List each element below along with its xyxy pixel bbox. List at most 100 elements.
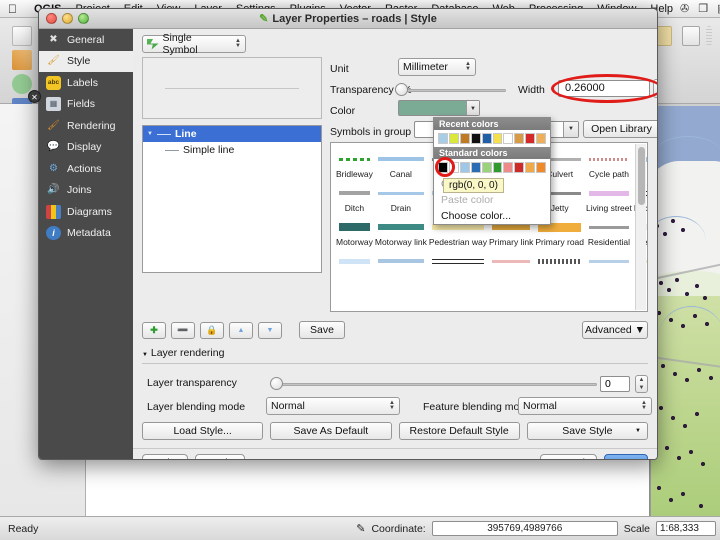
load-style-button[interactable]: Load Style... xyxy=(142,422,264,440)
symbol-gallery-item[interactable]: Bridleway xyxy=(335,149,374,179)
panel-close-icon[interactable]: ✕ xyxy=(28,90,41,103)
symbol-gallery-item[interactable]: Living street xyxy=(585,183,633,213)
close-window-button[interactable] xyxy=(46,13,57,24)
standard-color-swatch[interactable] xyxy=(492,162,503,173)
standard-colors-row[interactable] xyxy=(434,159,550,176)
symbol-gallery-item[interactable]: Ditch xyxy=(335,183,374,213)
feature-blending-mode-dropdown[interactable]: Normal ▲ ▼ xyxy=(518,397,652,415)
layer-rendering-section[interactable]: ▼ Layer rendering xyxy=(142,347,224,359)
layer-transparency-slider-handle[interactable] xyxy=(270,377,283,390)
tree-item-line[interactable]: ▼ Line xyxy=(143,126,321,142)
unit-dropdown[interactable]: Millimeter ▲ ▼ xyxy=(398,58,476,76)
symbol-gallery-item[interactable]: Canal xyxy=(374,149,428,179)
sidebar-item-style[interactable]: 🖌 Style xyxy=(39,50,133,72)
sidebar-item-actions[interactable]: ⚙ Actions xyxy=(39,158,133,180)
save-symbol-button[interactable]: Save xyxy=(299,321,345,339)
layer-transparency-input[interactable]: 0 xyxy=(600,376,630,392)
ok-button[interactable]: OK xyxy=(604,454,648,459)
standard-color-swatch[interactable] xyxy=(438,162,448,173)
zoom-window-button[interactable] xyxy=(78,13,89,24)
width-stepper[interactable]: ▲▼ xyxy=(653,79,657,98)
restore-default-style-button[interactable]: Restore Default Style xyxy=(398,422,520,440)
lock-layers-button[interactable]: 🔒 xyxy=(200,321,224,339)
gallery-scrollbar[interactable] xyxy=(635,144,646,310)
layer-blending-mode-dropdown[interactable]: Normal ▲ ▼ xyxy=(266,397,400,415)
standard-color-swatch[interactable] xyxy=(503,162,514,173)
standard-color-swatch[interactable] xyxy=(448,162,459,173)
help-button[interactable]: Help xyxy=(142,454,188,459)
coordinate-input[interactable]: 395769,4989766 xyxy=(431,521,618,536)
dialog-title-bar[interactable]: ✎ Layer Properties – roads | Style xyxy=(39,9,657,29)
recent-color-swatch[interactable] xyxy=(514,133,525,144)
standard-color-swatch[interactable] xyxy=(525,162,536,173)
dropbox-icon[interactable]: ✇ xyxy=(680,2,689,15)
standard-color-swatch[interactable] xyxy=(459,162,470,173)
sidebar-item-labels[interactable]: abc Labels xyxy=(39,72,133,94)
edit-pencil-icon[interactable] xyxy=(12,50,32,70)
recent-color-swatch[interactable] xyxy=(459,133,470,144)
sidebar-item-general[interactable]: ✖ General xyxy=(39,29,133,51)
symbol-gallery-item[interactable] xyxy=(428,251,488,271)
symbol-gallery-item[interactable]: Drain xyxy=(374,183,428,213)
label-tool-icon[interactable] xyxy=(682,26,700,46)
apple-logo-icon[interactable]:  xyxy=(8,3,17,15)
pencil-icon[interactable]: ✎ xyxy=(356,522,365,535)
color-picker-button[interactable]: ▼ xyxy=(398,100,480,116)
recent-color-swatch[interactable] xyxy=(470,133,481,144)
screen-share-icon[interactable]: ❐ xyxy=(698,2,708,15)
choose-color-menu-item[interactable]: Choose color... xyxy=(434,208,550,224)
gallery-scrollbar-thumb[interactable] xyxy=(638,147,645,205)
cancel-button[interactable]: Cancel xyxy=(540,454,597,459)
symbol-gallery-item[interactable] xyxy=(585,251,633,271)
sidebar-item-joins[interactable]: 🔊 Joins xyxy=(39,180,133,202)
chevron-down-icon[interactable]: ▼ xyxy=(142,352,148,358)
standard-color-swatch[interactable] xyxy=(536,162,547,173)
remove-symbol-layer-button[interactable]: ➖ xyxy=(171,321,195,339)
recent-color-swatch[interactable] xyxy=(481,133,492,144)
symbol-gallery-item[interactable] xyxy=(335,251,374,271)
sidebar-item-rendering[interactable]: 🖌 Rendering xyxy=(39,115,133,137)
apply-button[interactable]: Apply xyxy=(194,454,245,459)
sidebar-item-diagrams[interactable]: . Diagrams xyxy=(39,201,133,223)
color-picker-popup[interactable]: Recent colors Standard colors Copy color… xyxy=(433,117,551,225)
chevron-down-icon[interactable]: ▼ xyxy=(466,101,479,115)
transparency-slider-handle[interactable] xyxy=(395,83,408,96)
renderer-type-dropdown[interactable]: Single Symbol ▲ ▼ xyxy=(142,32,246,56)
recent-color-swatch[interactable] xyxy=(503,133,514,144)
recent-color-swatch[interactable] xyxy=(438,133,448,144)
new-project-icon[interactable] xyxy=(12,26,32,46)
standard-color-swatch[interactable] xyxy=(470,162,481,173)
move-down-button[interactable]: ▼ xyxy=(258,321,282,339)
map-canvas[interactable] xyxy=(650,106,720,516)
add-symbol-layer-button[interactable]: ✚ xyxy=(142,321,166,339)
symbol-gallery-item[interactable] xyxy=(374,251,428,271)
standard-color-swatch[interactable] xyxy=(481,162,492,173)
scale-input[interactable]: 1:68,333 xyxy=(656,521,716,536)
recent-color-swatch[interactable] xyxy=(536,133,547,144)
symbol-gallery-item[interactable] xyxy=(534,251,585,271)
symbol-gallery-item[interactable]: Cycle path xyxy=(585,149,633,179)
recent-color-swatch[interactable] xyxy=(448,133,459,144)
chevron-down-icon[interactable]: ▼ xyxy=(563,122,578,137)
layer-transparency-stepper[interactable]: ▲ ▼ xyxy=(635,375,648,393)
symbol-gallery-item[interactable] xyxy=(488,251,534,271)
standard-color-swatch[interactable] xyxy=(514,162,525,173)
transparency-slider-track[interactable] xyxy=(398,89,506,92)
symbol-gallery-item[interactable]: Motorway xyxy=(335,217,374,247)
toolbar-handle-icon[interactable] xyxy=(706,26,712,46)
sidebar-item-metadata[interactable]: i Metadata xyxy=(39,223,133,245)
layer-transparency-slider-track[interactable] xyxy=(273,383,597,386)
sidebar-item-fields[interactable]: ▦ Fields xyxy=(39,94,133,116)
advanced-button[interactable]: Advanced ▼ xyxy=(582,321,648,339)
chevron-down-icon[interactable]: ▼ xyxy=(147,131,153,137)
open-library-button[interactable]: Open Library xyxy=(583,120,657,138)
symbol-gallery-item[interactable]: Motorway link xyxy=(374,217,428,247)
recent-color-swatch[interactable] xyxy=(492,133,503,144)
width-input[interactable]: 0.26000 xyxy=(558,80,650,97)
chevron-down-icon[interactable]: ▼ xyxy=(635,423,641,439)
sidebar-item-display[interactable]: 💬 Display xyxy=(39,137,133,159)
minimize-window-button[interactable] xyxy=(62,13,73,24)
symbol-gallery-item[interactable]: Residential xyxy=(585,217,633,247)
tree-item-simple-line[interactable]: Simple line xyxy=(143,142,321,158)
save-as-default-button[interactable]: Save As Default xyxy=(270,422,392,440)
